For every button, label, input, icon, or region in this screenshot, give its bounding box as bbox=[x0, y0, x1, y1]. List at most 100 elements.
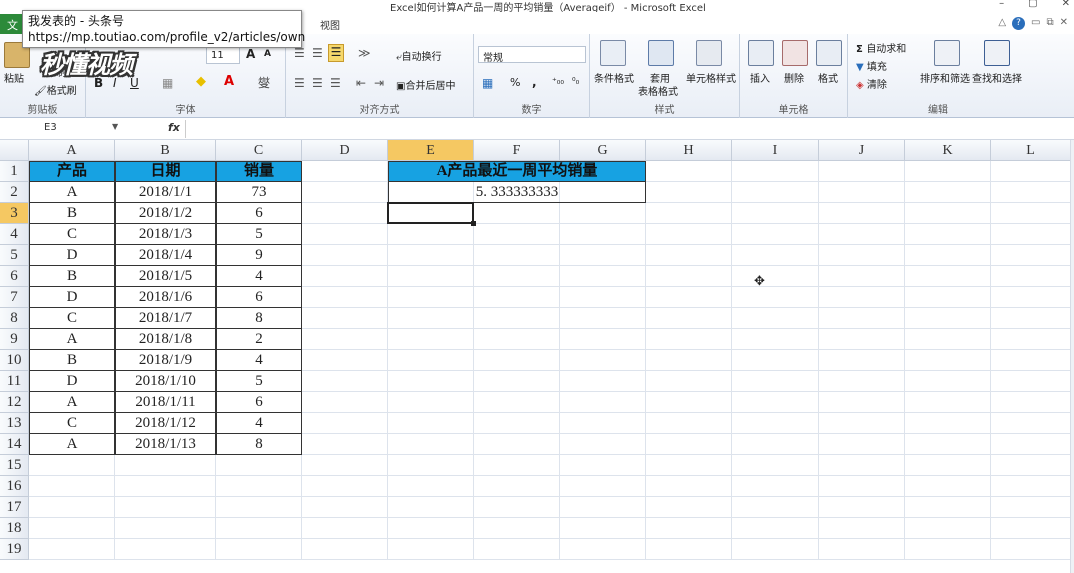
row-header-7[interactable]: 7 bbox=[0, 287, 29, 308]
cell[interactable] bbox=[819, 329, 905, 350]
cell[interactable] bbox=[474, 350, 560, 371]
cell[interactable] bbox=[646, 308, 732, 329]
cell[interactable] bbox=[732, 329, 819, 350]
format-painter-button[interactable]: 🖌格式刷 bbox=[34, 82, 77, 97]
conditional-format-button[interactable]: 条件格式 bbox=[594, 70, 634, 85]
cell[interactable] bbox=[474, 476, 560, 497]
cell[interactable] bbox=[646, 518, 732, 539]
cell[interactable] bbox=[29, 455, 115, 476]
cell[interactable] bbox=[474, 497, 560, 518]
align-left-icon[interactable]: ☰ bbox=[294, 76, 305, 90]
cell[interactable] bbox=[732, 224, 819, 245]
row-header-17[interactable]: 17 bbox=[0, 497, 29, 518]
cell[interactable] bbox=[646, 350, 732, 371]
cell[interactable] bbox=[819, 161, 905, 182]
cell[interactable] bbox=[991, 329, 1071, 350]
active-cell-selection[interactable] bbox=[387, 202, 474, 224]
cell[interactable] bbox=[646, 539, 732, 560]
table-cell[interactable]: 2018/1/12 bbox=[115, 413, 216, 434]
cell[interactable] bbox=[732, 392, 819, 413]
cell[interactable] bbox=[29, 476, 115, 497]
row-header-6[interactable]: 6 bbox=[0, 266, 29, 287]
cell[interactable] bbox=[646, 329, 732, 350]
vertical-scrollbar[interactable] bbox=[1070, 140, 1074, 573]
cell[interactable] bbox=[560, 371, 646, 392]
row-header-12[interactable]: 12 bbox=[0, 392, 29, 413]
delete-icon[interactable] bbox=[782, 40, 808, 66]
doc-minimize-icon[interactable]: ▭ bbox=[1031, 17, 1040, 30]
cell[interactable] bbox=[646, 266, 732, 287]
col-header-k[interactable]: K bbox=[905, 140, 991, 161]
table-header-cell[interactable]: 销量 bbox=[216, 161, 302, 182]
row-header-2[interactable]: 2 bbox=[0, 182, 29, 203]
cell[interactable] bbox=[905, 245, 991, 266]
cell[interactable] bbox=[905, 224, 991, 245]
cell[interactable] bbox=[819, 476, 905, 497]
table-cell[interactable]: 6 bbox=[216, 287, 302, 308]
cell[interactable] bbox=[302, 182, 388, 203]
table-cell[interactable]: B bbox=[29, 203, 115, 224]
cell[interactable] bbox=[905, 497, 991, 518]
row-header-1[interactable]: 1 bbox=[0, 161, 29, 182]
cell[interactable] bbox=[732, 476, 819, 497]
col-header-f[interactable]: F bbox=[474, 140, 560, 161]
col-header-h[interactable]: H bbox=[646, 140, 732, 161]
insert-button[interactable]: 插入 bbox=[750, 70, 770, 85]
cell[interactable] bbox=[302, 434, 388, 455]
orientation-icon[interactable]: ≫ bbox=[358, 46, 371, 60]
cell[interactable] bbox=[302, 287, 388, 308]
cell[interactable] bbox=[905, 413, 991, 434]
cell[interactable] bbox=[732, 266, 819, 287]
cell[interactable] bbox=[302, 203, 388, 224]
row-header-14[interactable]: 14 bbox=[0, 434, 29, 455]
table-cell[interactable]: 2018/1/7 bbox=[115, 308, 216, 329]
cell[interactable] bbox=[388, 413, 474, 434]
cell[interactable] bbox=[991, 539, 1071, 560]
fill-color-icon[interactable]: ◆ bbox=[196, 74, 206, 89]
cell[interactable] bbox=[732, 413, 819, 434]
cell[interactable] bbox=[905, 329, 991, 350]
find-select-button[interactable]: 查找和选择 bbox=[972, 70, 1022, 85]
cell[interactable] bbox=[474, 266, 560, 287]
cell[interactable] bbox=[991, 518, 1071, 539]
cell[interactable] bbox=[819, 371, 905, 392]
table-cell[interactable]: 2018/1/10 bbox=[115, 371, 216, 392]
cell[interactable] bbox=[905, 539, 991, 560]
table-format-button-bottom[interactable]: 表格格式 bbox=[638, 83, 678, 98]
cell[interactable] bbox=[732, 203, 819, 224]
cell[interactable] bbox=[560, 266, 646, 287]
cell[interactable] bbox=[732, 161, 819, 182]
cell[interactable] bbox=[991, 266, 1071, 287]
table-cell[interactable]: D bbox=[29, 371, 115, 392]
cell[interactable] bbox=[560, 224, 646, 245]
cell[interactable] bbox=[474, 539, 560, 560]
cell[interactable] bbox=[216, 497, 302, 518]
table-cell[interactable]: 4 bbox=[216, 266, 302, 287]
cell[interactable] bbox=[474, 224, 560, 245]
table-cell[interactable]: C bbox=[29, 224, 115, 245]
font-color-icon[interactable]: A bbox=[224, 74, 234, 89]
table-cell[interactable]: 4 bbox=[216, 350, 302, 371]
cell[interactable] bbox=[905, 161, 991, 182]
table-cell[interactable]: 2018/1/13 bbox=[115, 434, 216, 455]
table-cell[interactable]: A bbox=[29, 329, 115, 350]
table-cell[interactable]: 6 bbox=[216, 392, 302, 413]
increase-decimal-icon[interactable]: ⁺₀₀ bbox=[552, 77, 564, 87]
table-cell[interactable]: 2018/1/2 bbox=[115, 203, 216, 224]
cell[interactable] bbox=[474, 287, 560, 308]
col-header-g[interactable]: G bbox=[560, 140, 646, 161]
table-header-cell[interactable]: 产品 bbox=[29, 161, 115, 182]
cell[interactable] bbox=[819, 182, 905, 203]
cell[interactable] bbox=[991, 371, 1071, 392]
table-cell[interactable]: 5 bbox=[216, 371, 302, 392]
table-cell[interactable]: C bbox=[29, 413, 115, 434]
row-header-9[interactable]: 9 bbox=[0, 329, 29, 350]
cell[interactable] bbox=[819, 266, 905, 287]
cell[interactable] bbox=[732, 182, 819, 203]
table-cell[interactable]: 8 bbox=[216, 308, 302, 329]
fx-icon[interactable]: fx bbox=[168, 121, 180, 134]
comma-button[interactable]: , bbox=[532, 75, 537, 89]
format-icon[interactable] bbox=[816, 40, 842, 66]
cell[interactable] bbox=[115, 518, 216, 539]
cell[interactable] bbox=[388, 497, 474, 518]
